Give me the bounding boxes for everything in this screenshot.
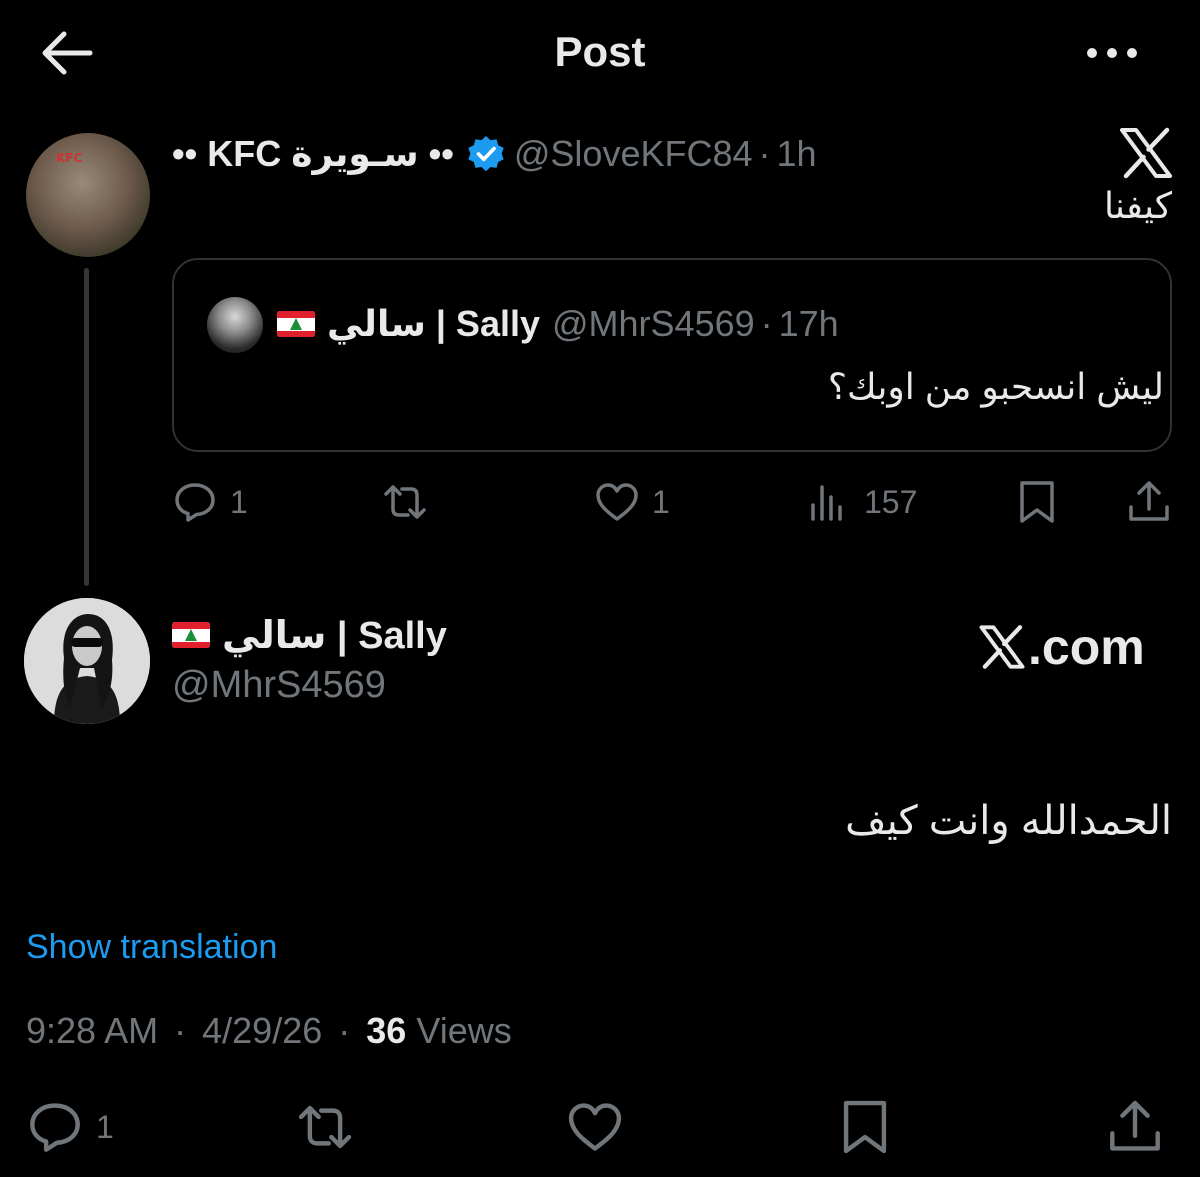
main-author-avatar[interactable] [24,598,150,724]
bookmark-icon [1020,481,1054,523]
main-author-name-row: سالي | Sally [172,610,447,660]
main-author-handle[interactable]: @MhrS4569 [172,664,386,707]
views-button[interactable]: 157 [806,479,917,525]
heart-icon [596,483,638,521]
analytics-icon [811,485,842,521]
reply-button[interactable]: 1 [26,1098,114,1156]
main-post-text: الحمدالله وانت كيف [845,799,1172,843]
quoted-author-name: سالي | Sally [327,303,540,344]
separator-dot: · [758,133,771,174]
lebanon-flag-icon [277,311,315,337]
views-count[interactable]: 36 [366,1010,406,1051]
bookmark-button[interactable] [1014,479,1060,525]
heart-icon [568,1103,622,1151]
avatar-portrait [24,598,150,724]
x-logo-icon [979,625,1025,669]
separator-dot: · [760,303,773,344]
quoted-post-header: سالي | Sally @MhrS4569 · 17h [277,300,839,348]
repost-button[interactable] [382,479,428,525]
views-label: Views [416,1010,512,1051]
like-button[interactable]: 1 [594,479,670,525]
parent-post-header: •• سـويرة KFC •• @SloveKFC84 · 1h [172,130,817,178]
share-icon [1129,481,1169,521]
quoted-author-avatar [207,297,263,353]
separator-dot: · [338,1010,351,1051]
view-count: 157 [864,483,918,520]
show-translation-link[interactable]: Show translation [26,928,277,967]
watermark-domain: .com [1028,619,1145,675]
reply-button[interactable]: 1 [172,479,248,525]
quoted-post-card[interactable] [172,258,1172,452]
like-button[interactable] [566,1098,624,1156]
share-button[interactable] [1126,479,1172,525]
reply-icon [175,483,215,522]
main-author-name[interactable]: سالي | Sally [222,613,447,658]
post-date: 4/29/26 [202,1010,323,1051]
avatar-kfc-label: KFC [56,151,83,165]
page-title: Post [554,28,646,75]
parent-author-handle[interactable]: @SloveKFC84 [514,133,753,175]
parent-author-avatar[interactable]: KFC [26,133,150,257]
parent-post-time[interactable]: 1h [777,133,817,175]
x-logo-icon [1118,127,1174,179]
like-count: 1 [652,483,670,520]
parent-post-text: كيفنا [1103,185,1172,226]
quoted-post-time: 17h [778,303,839,344]
parent-author-name[interactable]: •• سـويرة KFC •• [172,133,454,175]
bookmark-button[interactable] [836,1098,894,1156]
separator-dot: · [174,1010,187,1051]
post-meta: 9:28 AM · 4/29/26 · 36 Views [26,1010,512,1052]
lebanon-flag-icon [172,622,210,648]
share-icon [1110,1100,1160,1151]
quoted-post-text: ليش انسحبو من اوبك؟ [827,366,1164,407]
reply-count: 1 [230,483,248,520]
repost-icon [384,485,426,519]
repost-button[interactable] [296,1098,354,1156]
thread-connector-line [84,268,89,586]
reply-icon [30,1103,80,1152]
verified-badge-icon [466,134,506,174]
post-time: 9:28 AM [26,1010,159,1051]
x-com-watermark: .com [978,617,1145,677]
more-options-icon[interactable] [1084,36,1140,70]
bookmark-icon [843,1100,887,1154]
repost-icon [298,1105,352,1149]
share-button[interactable] [1106,1098,1164,1156]
quoted-author-handle: @MhrS4569 [552,303,755,344]
reply-count: 1 [96,1108,114,1145]
